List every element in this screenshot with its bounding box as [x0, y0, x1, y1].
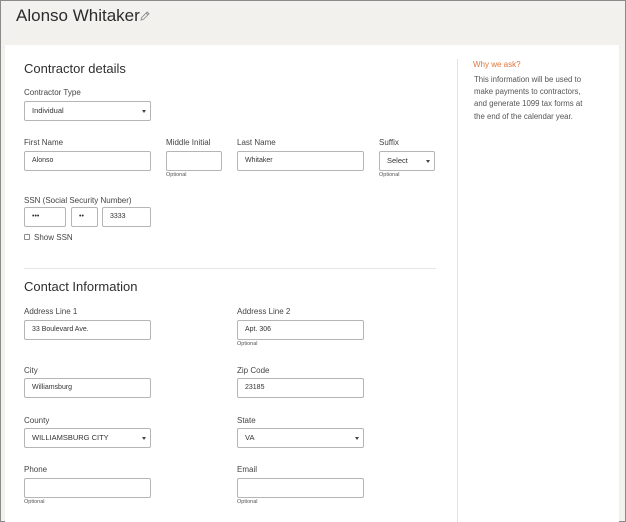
chevron-down-icon — [355, 437, 359, 440]
ssn-part3-input[interactable]: 3333 — [102, 207, 151, 227]
page-header: Alonso Whitaker — [1, 1, 625, 45]
address2-label: Address Line 2 — [237, 307, 291, 316]
contractor-type-value: Individual — [32, 106, 64, 115]
zip-label: Zip Code — [237, 366, 270, 375]
chevron-down-icon — [426, 160, 430, 163]
phone-input[interactable] — [24, 478, 151, 498]
suffix-select[interactable]: Select — [379, 151, 435, 171]
address2-hint: Optional — [237, 341, 258, 347]
email-input[interactable] — [237, 478, 364, 498]
state-select[interactable]: VA — [237, 428, 364, 448]
zip-input[interactable]: 23185 — [237, 378, 364, 398]
contact-section-title: Contact Information — [24, 279, 138, 294]
email-label: Email — [237, 465, 258, 474]
why-we-ask-title: Why we ask? — [473, 60, 521, 69]
sidebar-divider — [457, 59, 458, 522]
contractor-type-label: Contractor Type — [24, 88, 81, 97]
first-name-label: First Name — [24, 138, 64, 147]
section-divider — [24, 268, 436, 269]
city-input[interactable]: Williamsburg — [24, 378, 151, 398]
county-select[interactable]: WILLIAMSBURG CITY — [24, 428, 151, 448]
ssn-part1-input[interactable]: ••• — [24, 207, 66, 227]
middle-initial-hint: Optional — [166, 172, 187, 178]
form-card: Contractor details Contractor Type Indiv… — [5, 45, 619, 522]
chevron-down-icon — [142, 110, 146, 113]
address1-label: Address Line 1 — [24, 307, 78, 316]
state-label: State — [237, 416, 256, 425]
last-name-input[interactable]: Whitaker — [237, 151, 364, 171]
ssn-part2-input[interactable]: •• — [71, 207, 98, 227]
phone-hint: Optional — [24, 499, 45, 505]
chevron-down-icon — [142, 437, 146, 440]
suffix-hint: Optional — [379, 172, 400, 178]
contractor-type-select[interactable]: Individual — [24, 101, 151, 121]
state-value: VA — [245, 433, 255, 442]
email-hint: Optional — [237, 499, 258, 505]
address2-input[interactable]: Apt. 306 — [237, 320, 364, 340]
middle-initial-input[interactable] — [166, 151, 222, 171]
ssn-label: SSN (Social Security Number) — [24, 196, 132, 205]
why-we-ask-text: This information will be used to make pa… — [474, 75, 583, 121]
suffix-value: Select — [387, 156, 408, 165]
middle-initial-label: Middle Initial — [166, 138, 211, 147]
show-ssn-label: Show SSN — [34, 233, 73, 242]
city-label: City — [24, 366, 38, 375]
county-label: County — [24, 416, 50, 425]
last-name-label: Last Name — [237, 138, 276, 147]
suffix-label: Suffix — [379, 138, 399, 147]
contractor-section-title: Contractor details — [24, 61, 126, 76]
county-value: WILLIAMSBURG CITY — [32, 433, 109, 442]
first-name-input[interactable]: Alonso — [24, 151, 151, 171]
address1-input[interactable]: 33 Boulevard Ave. — [24, 320, 151, 340]
page-title: Alonso Whitaker — [16, 6, 140, 25]
phone-label: Phone — [24, 465, 48, 474]
pencil-icon[interactable] — [139, 10, 151, 22]
show-ssn-checkbox[interactable] — [24, 234, 30, 240]
